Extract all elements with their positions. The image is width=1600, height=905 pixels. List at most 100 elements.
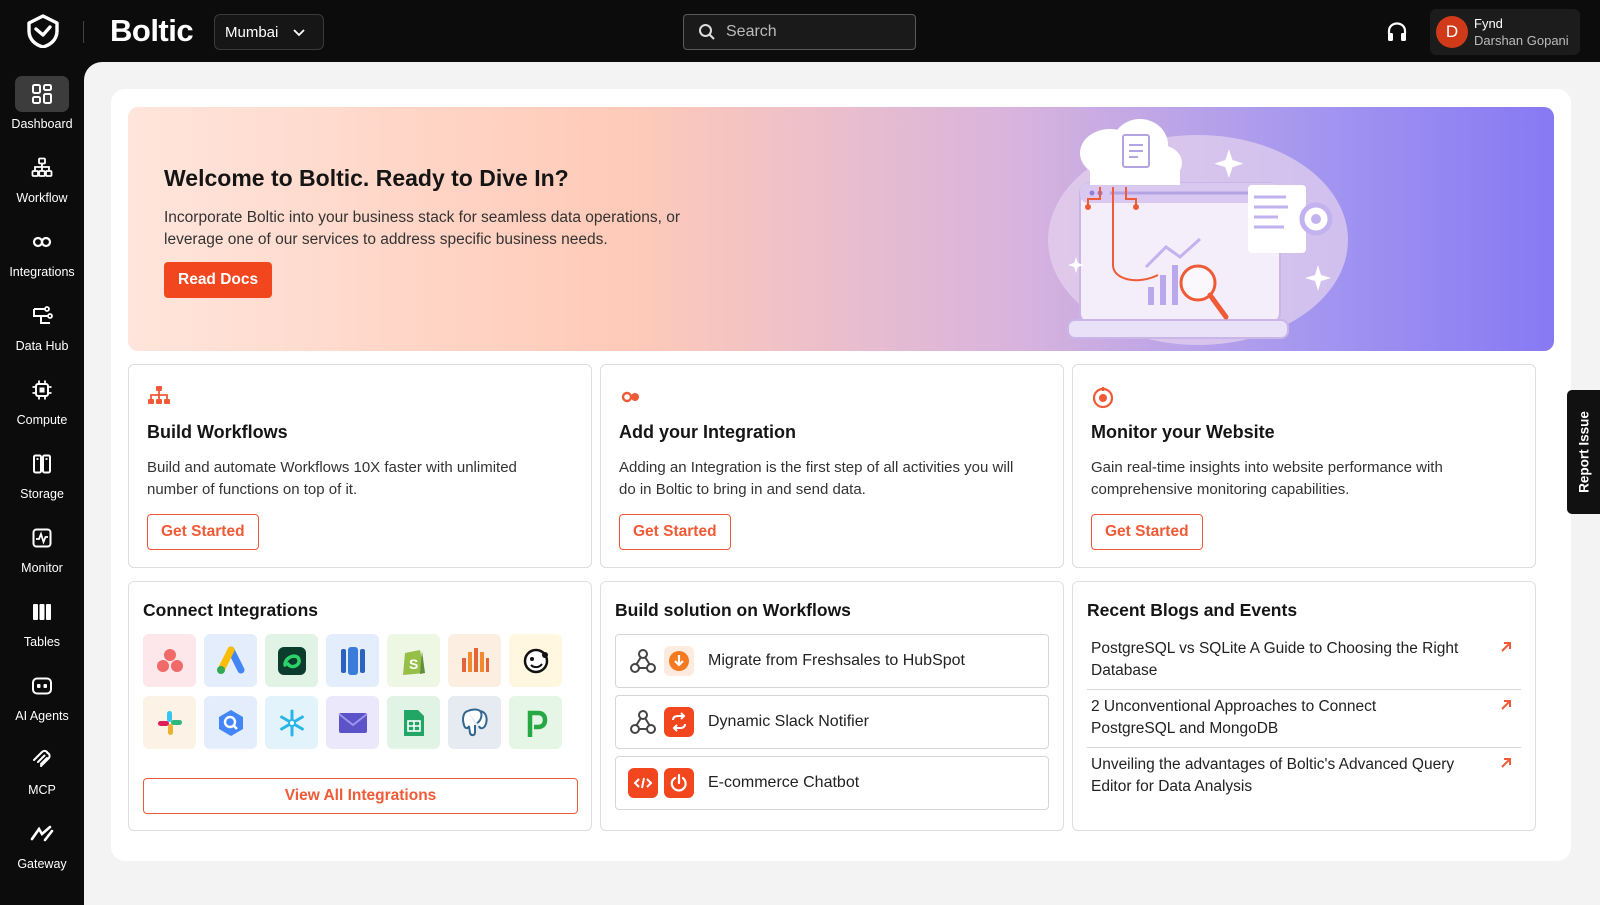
sidebar-item-label: Gateway — [17, 857, 67, 871]
blog-item[interactable]: PostgreSQL vs SQLite A Guide to Choosing… — [1087, 632, 1521, 690]
report-issue-button[interactable]: Report Issue — [1567, 390, 1600, 514]
search-placeholder: Search — [726, 23, 777, 40]
section-title: Recent Blogs and Events — [1087, 600, 1298, 620]
sidebar-item-storage[interactable]: Storage — [0, 446, 84, 516]
sidebar-item-workflow[interactable]: Workflow — [0, 150, 84, 220]
google-sheets-icon[interactable] — [387, 696, 440, 749]
recent-blogs-section: Recent Blogs and Events PostgreSQL vs SQ… — [1072, 581, 1536, 831]
zoho-icon[interactable] — [265, 634, 318, 687]
sidebar-item-dashboard[interactable]: Dashboard — [0, 76, 84, 146]
dashboard-icon — [32, 84, 52, 104]
blog-item[interactable]: Unveiling the advantages of Boltic's Adv… — [1087, 748, 1521, 806]
workflow-template-item[interactable]: E-commerce Chatbot — [615, 756, 1049, 810]
sidebar-item-label: Workflow — [16, 191, 68, 205]
chevron-down-icon — [293, 28, 305, 36]
build-workflows-card: Build Workflows Build and automate Workf… — [128, 364, 592, 568]
add-integration-card: Add your Integration Adding an Integrati… — [600, 364, 1064, 568]
sidebar-item-data-hub[interactable]: Data Hub — [0, 298, 84, 368]
user-name: Darshan Gopani — [1474, 33, 1569, 48]
ai-agents-icon — [32, 677, 52, 695]
report-issue-label: Report Issue — [1576, 411, 1591, 493]
integrations-icon — [32, 236, 52, 248]
mcp-icon — [33, 749, 51, 767]
shopify-icon[interactable]: S — [387, 634, 440, 687]
asana-icon[interactable] — [143, 634, 196, 687]
blog-item[interactable]: 2 Unconventional Approaches to Connect P… — [1087, 690, 1521, 748]
read-docs-button[interactable]: Read Docs — [164, 262, 273, 298]
google-ads-icon[interactable] — [204, 634, 257, 687]
sidebar-item-label: AI Agents — [15, 709, 69, 723]
card-description: Build and automate Workflows 10X faster … — [147, 459, 517, 498]
sidebar-item-label: Tables — [23, 635, 61, 649]
card-title: Build Workflows — [147, 422, 288, 442]
code-icon — [628, 768, 658, 798]
workflow-template-item[interactable]: Migrate from Freshsales to HubSpot — [615, 634, 1049, 688]
azure-db-icon[interactable] — [326, 634, 379, 687]
view-all-integrations-button[interactable]: View All Integrations — [143, 778, 578, 814]
hero-description: Incorporate Boltic into your business st… — [164, 209, 681, 248]
card-title: Monitor your Website — [1091, 422, 1275, 442]
workflow-template-label: Dynamic Slack Notifier — [708, 713, 869, 730]
external-link-arrow-icon — [1501, 642, 1511, 652]
sidebar-item-label: Data Hub — [15, 339, 69, 353]
monitor-icon — [1092, 387, 1114, 409]
connect-integrations-section: Connect Integrations S View All Integrat… — [128, 581, 592, 831]
avatar: D — [1436, 16, 1468, 48]
sidebar-item-tables[interactable]: Tables — [0, 594, 84, 664]
sidebar: Dashboard Workflow Integrations Data Hub… — [0, 62, 84, 905]
webhook-icon — [628, 707, 658, 737]
dashboard-panel: Welcome to Boltic. Ready to Dive In? Inc… — [111, 89, 1571, 861]
slack-icon[interactable] — [143, 696, 196, 749]
workflow-templates-section: Build solution on Workflows Migrate from… — [600, 581, 1064, 831]
mailchimp-icon[interactable] — [509, 634, 562, 687]
hero-title: Welcome to Boltic. Ready to Dive In? — [164, 165, 569, 191]
tables-icon — [33, 604, 51, 620]
email-icon[interactable] — [326, 696, 379, 749]
sidebar-item-label: Integrations — [9, 265, 75, 279]
workflow-icon — [31, 157, 53, 177]
card-title: Add your Integration — [619, 422, 796, 442]
search-input[interactable]: Search — [683, 14, 916, 50]
get-started-button[interactable]: Get Started — [147, 514, 259, 550]
sidebar-item-integrations[interactable]: Integrations — [0, 224, 84, 294]
get-started-button[interactable]: Get Started — [1091, 514, 1203, 550]
top-bar: Boltic Mumbai Search D Fynd Darshan Gopa… — [0, 0, 1600, 62]
aws-redshift-icon[interactable] — [448, 634, 501, 687]
monitor-icon — [32, 528, 52, 548]
sidebar-item-monitor[interactable]: Monitor — [0, 520, 84, 590]
blog-title: 2 Unconventional Approaches to Connect P… — [1091, 698, 1377, 737]
integration-icon — [621, 391, 639, 403]
sidebar-item-compute[interactable]: Compute — [0, 372, 84, 442]
main-content: Welcome to Boltic. Ready to Dive In? Inc… — [84, 62, 1600, 905]
loop-icon — [664, 707, 694, 737]
external-link-arrow-icon — [1501, 700, 1511, 710]
region-selector[interactable]: Mumbai — [214, 14, 324, 50]
header-divider — [83, 21, 84, 43]
card-description: Adding an Integration is the first step … — [619, 459, 1014, 498]
boltic-logo-icon[interactable] — [26, 14, 60, 48]
user-menu[interactable]: D Fynd Darshan Gopani — [1430, 9, 1580, 55]
workflow-template-item[interactable]: Dynamic Slack Notifier — [615, 695, 1049, 749]
postgresql-icon[interactable] — [448, 696, 501, 749]
brand-name[interactable]: Boltic — [110, 13, 194, 49]
sidebar-item-label: Compute — [16, 413, 68, 427]
headset-icon[interactable] — [1385, 20, 1409, 44]
cloud-analytics-illustration — [1048, 119, 1348, 345]
sidebar-item-mcp[interactable]: MCP — [0, 742, 84, 812]
snowflake-icon[interactable] — [265, 696, 318, 749]
workflow-icon — [148, 386, 170, 404]
get-started-button[interactable]: Get Started — [619, 514, 731, 550]
sidebar-item-label: Monitor — [21, 561, 63, 575]
storage-icon — [33, 454, 51, 474]
bigquery-icon[interactable] — [204, 696, 257, 749]
sidebar-item-ai-agents[interactable]: AI Agents — [0, 668, 84, 738]
sidebar-item-label: Storage — [20, 487, 64, 501]
blog-title: PostgreSQL vs SQLite A Guide to Choosing… — [1091, 640, 1459, 679]
section-title: Build solution on Workflows — [615, 600, 851, 620]
compute-icon — [32, 380, 52, 400]
welcome-banner: Welcome to Boltic. Ready to Dive In? Inc… — [128, 107, 1554, 351]
sidebar-item-gateway[interactable]: Gateway — [0, 816, 84, 886]
freshsales-icon — [664, 646, 694, 676]
workflow-template-label: Migrate from Freshsales to HubSpot — [708, 652, 965, 669]
pipedrive-icon[interactable] — [509, 696, 562, 749]
